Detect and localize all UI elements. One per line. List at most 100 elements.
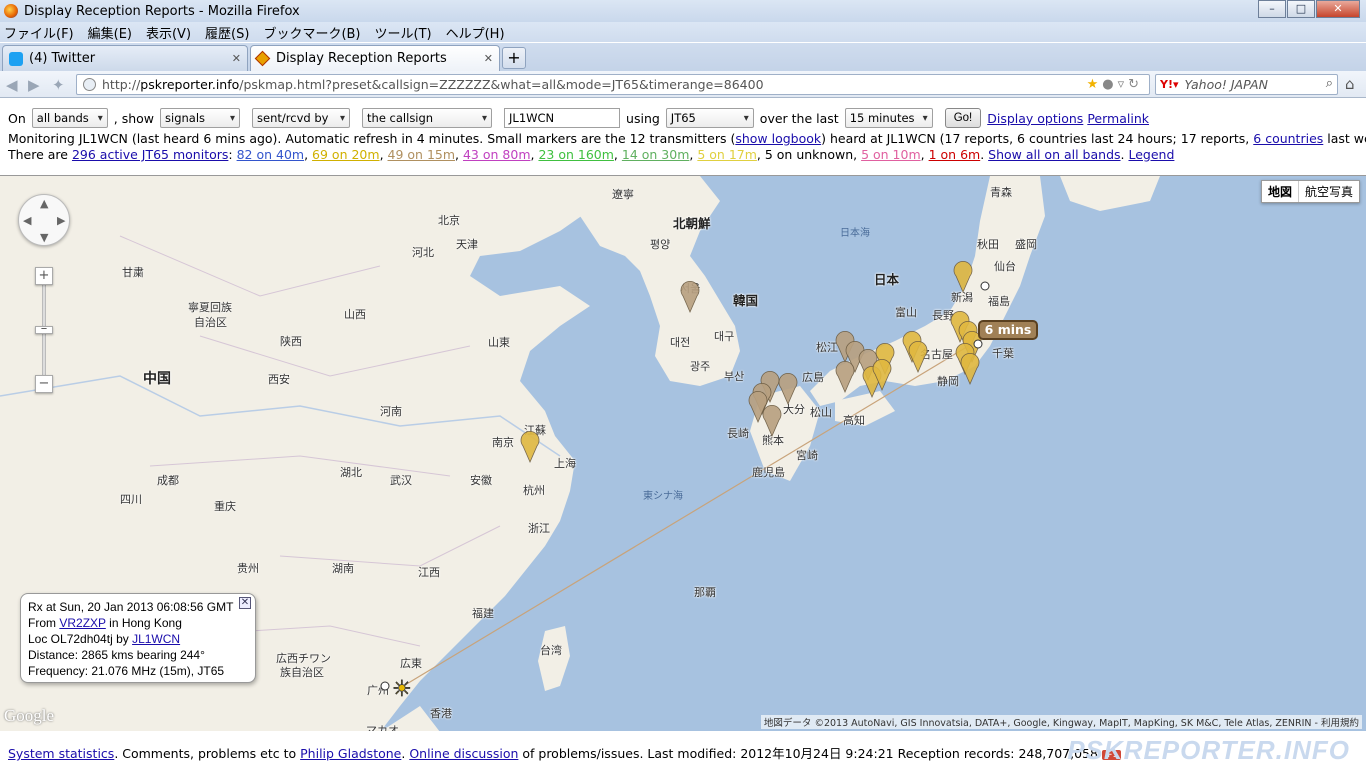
- reception-marker[interactable]: [520, 431, 540, 463]
- reception-marker[interactable]: [680, 281, 700, 313]
- tab-twitter[interactable]: (4) Twitter ✕: [2, 45, 248, 71]
- zoom-slider-handle[interactable]: –: [35, 322, 53, 335]
- band-160m-link[interactable]: 23 on 160m: [538, 147, 613, 162]
- maximize-button[interactable]: □: [1287, 0, 1315, 18]
- home-icon[interactable]: ⌂: [1345, 75, 1355, 93]
- menu-history[interactable]: 履歴(S): [205, 23, 249, 42]
- band-20m-link[interactable]: 69 on 20m: [312, 147, 380, 162]
- reception-marker[interactable]: [953, 261, 973, 293]
- map-type-satellite-button[interactable]: 航空写真: [1299, 181, 1359, 202]
- menu-file[interactable]: ファイル(F): [4, 23, 74, 42]
- address-bar[interactable]: http://pskreporter.info/pskmap.html?pres…: [76, 74, 1150, 95]
- band-17m-link[interactable]: 5 on 17m: [697, 147, 757, 162]
- band-select[interactable]: all bands: [31, 108, 108, 128]
- transmitter-marker[interactable]: [973, 339, 983, 349]
- zoom-in-button[interactable]: +: [35, 267, 53, 285]
- map-type-map-button[interactable]: 地図: [1262, 181, 1299, 202]
- puzzle-icon[interactable]: ✦: [52, 76, 65, 94]
- band-40m-link[interactable]: 82 on 40m: [237, 147, 305, 162]
- menu-help[interactable]: ヘルプ(H): [446, 23, 505, 42]
- popup-distance: Distance: 2865 kms bearing 244°: [28, 648, 205, 662]
- reload-icon[interactable]: ↻: [1128, 77, 1143, 92]
- callsign-input[interactable]: JL1WCN: [504, 108, 621, 128]
- tab-display-reception-reports[interactable]: Display Reception Reports ✕: [250, 45, 500, 71]
- go-button[interactable]: Go!: [944, 108, 982, 128]
- reception-marker[interactable]: [960, 353, 980, 385]
- yahoo-icon[interactable]: Y!▾: [1160, 78, 1179, 91]
- timerange-value: 15 minutes: [849, 111, 915, 125]
- display-options-link[interactable]: Display options: [987, 111, 1083, 126]
- report-info-popup: ✕ Rx at Sun, 20 Jan 2013 06:08:56 GMT Fr…: [20, 593, 256, 683]
- band-80m-link[interactable]: 43 on 80m: [463, 147, 531, 162]
- show-logbook-link[interactable]: show logbook: [735, 131, 821, 146]
- reception-map[interactable]: 遼寧 北朝鮮 日本海 青森 北京 天津 평양 秋田 盛岡 河北 仙台 日本 甘粛…: [0, 175, 1366, 731]
- reception-marker[interactable]: [762, 405, 782, 437]
- timerange-select[interactable]: 15 minutes: [844, 108, 933, 128]
- reception-marker[interactable]: [908, 341, 928, 373]
- url-path: /pskmap.html?preset&callsign=ZZZZZZ&what…: [239, 77, 764, 92]
- pan-left-icon[interactable]: ◀: [23, 214, 31, 227]
- direction-select[interactable]: sent/rcvd by: [252, 108, 351, 128]
- unknown-text: , 5 on unknown,: [756, 147, 862, 162]
- who-select[interactable]: the callsign: [362, 108, 493, 128]
- pan-up-icon[interactable]: ▲: [40, 197, 48, 210]
- show-all-link[interactable]: Show all on all bands: [988, 147, 1120, 162]
- heard-at-text: ) heard at JL1WCN (17 reports, 6 countri…: [821, 131, 1254, 146]
- google-logo: Google: [4, 706, 55, 725]
- popup-from-call-link[interactable]: VR2ZXP: [59, 616, 105, 630]
- filter-row: On all bands , show signals sent/rcvd by…: [8, 108, 1149, 128]
- close-tab-icon[interactable]: ✕: [232, 52, 241, 65]
- show-label: , show: [113, 110, 155, 126]
- bookmark-star-icon[interactable]: ★: [1087, 77, 1103, 92]
- pan-down-icon[interactable]: ▼: [40, 231, 48, 244]
- what-select[interactable]: signals: [160, 108, 241, 128]
- window-titlebar: Display Reception Reports - Mozilla Fire…: [0, 0, 1366, 22]
- band-6m-link[interactable]: 1 on 6m: [929, 147, 981, 162]
- mode-select[interactable]: JT65: [665, 108, 754, 128]
- countries-link[interactable]: 6 countries: [1253, 131, 1323, 146]
- transmitter-marker[interactable]: [980, 281, 990, 291]
- popup-from-loc: in Hong Kong: [105, 616, 182, 630]
- pan-right-icon[interactable]: ▶: [57, 214, 65, 227]
- search-bar[interactable]: Y!▾ Yahoo! JAPAN ⌕: [1155, 74, 1338, 95]
- popup-loc-call-link[interactable]: JL1WCN: [132, 632, 180, 646]
- close-button[interactable]: ✕: [1316, 0, 1360, 18]
- dropdown-icon[interactable]: ▿: [1118, 77, 1129, 92]
- on-label: On: [8, 110, 26, 126]
- what-value: signals: [165, 111, 206, 125]
- close-tab-icon[interactable]: ✕: [484, 52, 493, 65]
- last-heard-badge: 6 mins: [978, 320, 1038, 340]
- pan-control[interactable]: ▲ ▼ ◀ ▶: [18, 194, 70, 246]
- permalink-link[interactable]: Permalink: [1087, 111, 1149, 126]
- selected-station-marker[interactable]: ☀: [392, 677, 413, 703]
- menu-view[interactable]: 表示(V): [146, 23, 191, 42]
- window-controls: – □ ✕: [1257, 0, 1360, 18]
- url-scheme: http://: [102, 77, 141, 92]
- popup-frequency: Frequency: 21.076 MHz (15m), JT65: [28, 664, 225, 678]
- menu-tools[interactable]: ツール(T): [375, 23, 432, 42]
- forward-icon[interactable]: ▶: [28, 76, 40, 94]
- who-value: the callsign: [367, 111, 434, 125]
- online-discussion-link[interactable]: Online discussion: [409, 746, 518, 761]
- system-statistics-link[interactable]: System statistics: [8, 746, 114, 761]
- zoom-out-button[interactable]: −: [35, 375, 53, 393]
- there-are-text: There are: [8, 147, 72, 162]
- back-icon[interactable]: ◀: [6, 76, 18, 94]
- band-10m-link[interactable]: 5 on 10m: [861, 147, 921, 162]
- reception-marker[interactable]: [778, 373, 798, 405]
- menu-edit[interactable]: 編集(E): [88, 23, 132, 42]
- band-15m-link[interactable]: 49 on 15m: [388, 147, 456, 162]
- monitoring-status: Monitoring JL1WCN (last heard 6 mins ago…: [8, 131, 1366, 146]
- transmitter-marker[interactable]: [380, 681, 390, 691]
- active-monitors-link[interactable]: 296 active JT65 monitors: [72, 147, 228, 162]
- new-tab-button[interactable]: +: [502, 47, 526, 69]
- menu-bookmarks[interactable]: ブックマーク(B): [263, 23, 360, 42]
- search-icon[interactable]: ⌕: [1326, 76, 1333, 91]
- legend-link[interactable]: Legend: [1128, 147, 1174, 162]
- minimize-button[interactable]: –: [1258, 0, 1286, 18]
- band-30m-link[interactable]: 14 on 30m: [622, 147, 690, 162]
- author-link[interactable]: Philip Gladstone: [300, 746, 401, 761]
- reception-marker[interactable]: [835, 361, 855, 393]
- close-popup-icon[interactable]: ✕: [239, 597, 251, 609]
- addon-icon[interactable]: ●: [1102, 77, 1117, 92]
